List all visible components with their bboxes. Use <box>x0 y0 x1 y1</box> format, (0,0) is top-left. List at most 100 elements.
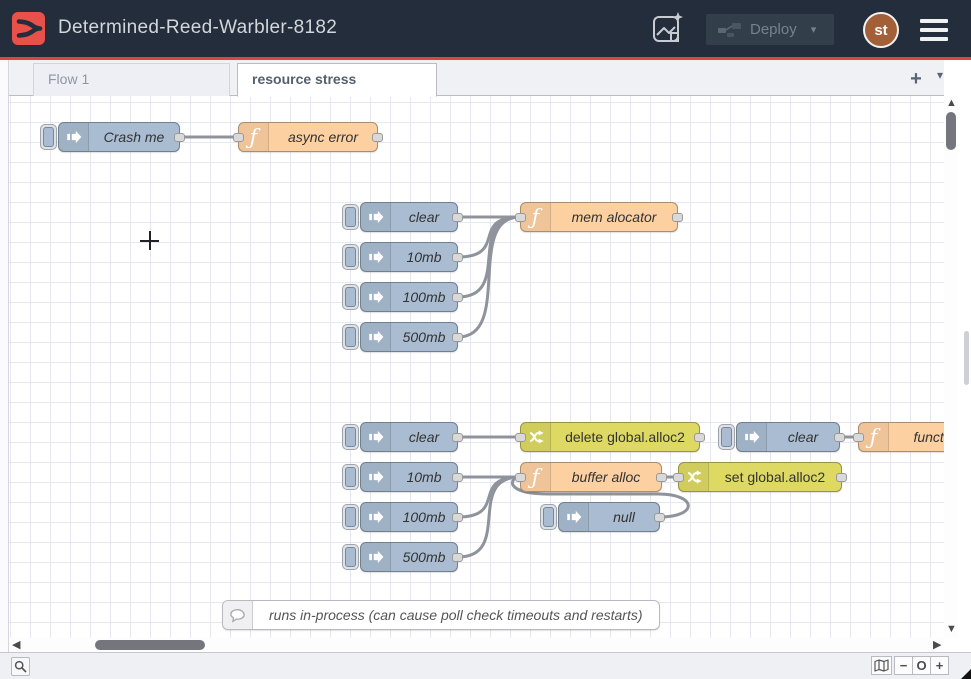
output-port[interactable] <box>654 513 665 522</box>
node-mb10-b[interactable]: 10mb <box>360 462 458 492</box>
output-port[interactable] <box>834 433 845 442</box>
main-menu-icon[interactable] <box>920 19 948 41</box>
node-comment-node[interactable]: runs in-process (can cause poll check ti… <box>222 600 660 630</box>
flow-list-caret-icon[interactable]: ▾ <box>937 68 943 82</box>
node-function-node[interactable]: ƒfunction <box>858 422 944 452</box>
inject-trigger-button[interactable] <box>342 544 359 570</box>
input-port[interactable] <box>515 433 526 442</box>
output-port[interactable] <box>452 473 463 482</box>
node-clear-a[interactable]: clear <box>360 202 458 232</box>
node-label: async error <box>269 123 377 151</box>
ai-assistant-icon[interactable] <box>651 11 685 45</box>
node-clear-c[interactable]: clear <box>736 422 840 452</box>
node-mb500-a[interactable]: 500mb <box>360 322 458 352</box>
node-mb100-a[interactable]: 100mb <box>360 282 458 312</box>
output-port[interactable] <box>452 253 463 262</box>
inject-trigger-button[interactable] <box>342 504 359 530</box>
output-port[interactable] <box>174 133 185 142</box>
node-mb100-b[interactable]: 100mb <box>360 502 458 532</box>
node-async-error[interactable]: ƒasync error <box>238 122 378 152</box>
zoom-in-button[interactable]: + <box>930 656 949 675</box>
horizontal-scrollbar[interactable]: ◀ ▶ <box>9 638 944 652</box>
inject-icon <box>565 508 583 526</box>
inject-icon-area <box>361 423 391 451</box>
footer-toolbar: − O + <box>0 652 971 679</box>
vertical-scrollbar[interactable]: ▲ ▼ <box>944 96 958 638</box>
inject-trigger-button[interactable] <box>342 204 359 230</box>
flow-canvas[interactable]: Crash me ƒasync error clear 10mb 100mb 500mb ƒ… <box>9 96 944 638</box>
output-port[interactable] <box>372 133 383 142</box>
node-label: 500mb <box>391 543 457 571</box>
horizontal-scrollbar-thumb[interactable] <box>95 640 205 650</box>
search-button[interactable] <box>11 657 30 676</box>
scroll-down-icon[interactable]: ▼ <box>946 624 957 635</box>
output-port[interactable] <box>836 473 847 482</box>
inject-trigger-button[interactable] <box>342 284 359 310</box>
inject-icon-area <box>559 503 589 531</box>
input-port[interactable] <box>515 473 526 482</box>
tab-flow-1[interactable]: Flow 1 <box>33 63 230 97</box>
node-label: buffer alloc <box>551 463 661 491</box>
node-set-global[interactable]: set global.alloc2 <box>678 462 842 492</box>
node-clear-b[interactable]: clear <box>360 422 458 452</box>
page-title: Determined-Reed-Warbler-8182 <box>58 17 337 39</box>
inject-icon-area <box>361 323 391 351</box>
node-mb10-a[interactable]: 10mb <box>360 242 458 272</box>
node-mem-alocator[interactable]: ƒmem alocator <box>520 202 678 232</box>
output-port[interactable] <box>656 473 667 482</box>
scroll-up-icon[interactable]: ▲ <box>946 98 957 109</box>
inject-icon <box>65 128 83 146</box>
inject-icon <box>367 288 385 306</box>
deploy-label: Deploy <box>750 21 797 38</box>
inject-icon-area <box>361 203 391 231</box>
inject-trigger-button[interactable] <box>342 244 359 270</box>
output-port[interactable] <box>452 333 463 342</box>
input-port[interactable] <box>515 213 526 222</box>
zoom-controls: − O + <box>895 656 949 675</box>
tab-resource-stress[interactable]: resource stress <box>237 63 437 97</box>
inject-trigger-button[interactable] <box>342 464 359 490</box>
output-port[interactable] <box>452 213 463 222</box>
scroll-left-icon[interactable]: ◀ <box>12 640 20 651</box>
output-port[interactable] <box>452 553 463 562</box>
inject-trigger-button[interactable] <box>540 504 557 530</box>
window-scrollbar-thumb[interactable] <box>964 331 969 385</box>
input-port[interactable] <box>233 133 244 142</box>
node-delete-global[interactable]: delete global.alloc2 <box>520 422 700 452</box>
output-port[interactable] <box>452 293 463 302</box>
workspace-tabbar: Flow 1 resource stress + ▾ <box>9 60 944 96</box>
vertical-scrollbar-thumb[interactable] <box>946 112 956 150</box>
output-port[interactable] <box>672 213 683 222</box>
node-mb500-b[interactable]: 500mb <box>360 542 458 572</box>
input-port[interactable] <box>853 433 864 442</box>
inject-icon-area <box>59 123 89 151</box>
node-null-inject[interactable]: null <box>558 502 660 532</box>
output-port[interactable] <box>694 433 705 442</box>
add-flow-button[interactable]: + <box>902 66 930 92</box>
navigator-button[interactable] <box>871 656 892 675</box>
node-crash-me[interactable]: Crash me <box>58 122 180 152</box>
zoom-reset-button[interactable]: O <box>912 656 931 675</box>
input-port[interactable] <box>673 473 684 482</box>
output-port[interactable] <box>452 433 463 442</box>
inject-icon-area <box>737 423 767 451</box>
window-resize-grip[interactable] <box>961 669 971 679</box>
node-buffer-alloc[interactable]: ƒbuffer alloc <box>520 462 662 492</box>
header-bar: Determined-Reed-Warbler-8182 Deploy ▾ st <box>0 0 971 57</box>
node-label: 10mb <box>391 463 457 491</box>
inject-icon-area <box>361 503 391 531</box>
user-avatar[interactable]: st <box>863 12 899 48</box>
inject-icon <box>367 328 385 346</box>
deploy-caret-icon[interactable]: ▾ <box>811 23 817 36</box>
inject-trigger-button[interactable] <box>718 424 735 450</box>
inject-trigger-button[interactable] <box>342 424 359 450</box>
output-port[interactable] <box>452 513 463 522</box>
inject-trigger-button[interactable] <box>40 124 57 150</box>
zoom-out-button[interactable]: − <box>894 656 913 675</box>
inject-icon <box>743 428 761 446</box>
scroll-right-icon[interactable]: ▶ <box>933 640 941 651</box>
change-icon <box>685 468 703 486</box>
deploy-button[interactable]: Deploy ▾ <box>706 14 834 45</box>
node-label: runs in-process (can cause poll check ti… <box>253 601 659 629</box>
inject-trigger-button[interactable] <box>342 324 359 350</box>
